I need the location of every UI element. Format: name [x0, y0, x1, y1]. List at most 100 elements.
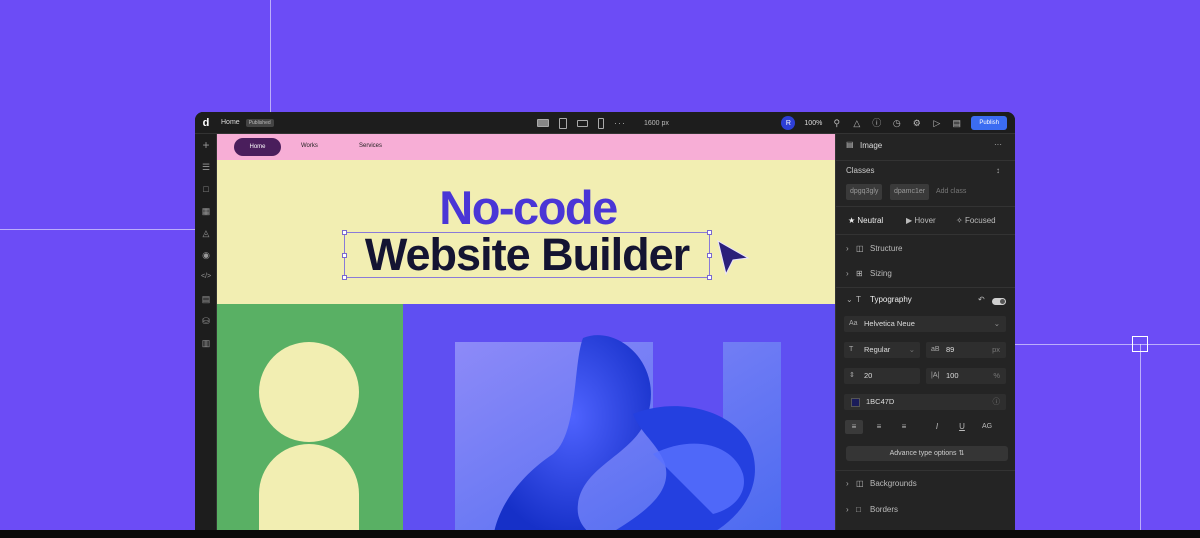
align-center-icon[interactable]: ≡: [870, 420, 888, 434]
font-size-input[interactable]: aB 89 px: [926, 342, 1006, 358]
panel-more-icon[interactable]: ···: [994, 140, 1002, 149]
font-icon: Aa: [849, 320, 858, 327]
color-swatch[interactable]: [851, 398, 860, 407]
selection-outline: [344, 232, 710, 278]
element-type[interactable]: Image: [860, 141, 882, 150]
typography-icon: T: [856, 295, 861, 304]
settings-icon[interactable]: ⚙: [911, 118, 922, 129]
align-left-icon[interactable]: ≡: [845, 420, 863, 434]
guide-line-horizontal-right: [1015, 344, 1200, 345]
zoom-level[interactable]: 100%: [804, 120, 822, 127]
classes-section: Classes ↕: [836, 166, 1015, 178]
play-icon[interactable]: ▷: [931, 118, 942, 129]
save-icon[interactable]: ▤: [951, 118, 962, 129]
line-height-input[interactable]: ⇕ 20: [844, 368, 920, 384]
apps-icon[interactable]: ▥: [201, 338, 211, 348]
assets-icon[interactable]: ▦: [201, 206, 211, 216]
circle-shape: [259, 342, 359, 442]
section-structure[interactable]: › ◫ Structure: [836, 244, 1015, 256]
advanced-type-options-button[interactable]: Advance type options ⇅: [846, 446, 1008, 461]
info-icon: ⓘ: [992, 397, 1001, 406]
chevron-updown-icon[interactable]: ↕: [996, 166, 1000, 175]
tab-neutral[interactable]: ★ Neutral: [848, 216, 883, 225]
class-chip[interactable]: dpgq3gly: [846, 184, 883, 200]
letter-spacing-input[interactable]: |A| 100 %: [926, 368, 1006, 384]
section-label: Backgrounds: [870, 479, 917, 488]
top-bar: d Home Published ··· 1600 px R 100% ⚲ △ …: [195, 112, 1015, 134]
tab-hover[interactable]: ▶ Hover: [906, 216, 936, 225]
section-backgrounds[interactable]: › ◫ Backgrounds: [836, 479, 1015, 491]
selection-handle[interactable]: [342, 230, 347, 235]
chevron-right-icon: ›: [846, 269, 849, 278]
nav-services[interactable]: Services: [359, 143, 382, 149]
history-icon[interactable]: ◷: [891, 118, 902, 129]
typography-toggle[interactable]: [992, 298, 1006, 305]
size-unit: px: [992, 345, 1000, 354]
hero-title-line1[interactable]: No-code: [217, 180, 835, 236]
blue-image-panel[interactable]: [403, 304, 835, 538]
design-canvas[interactable]: Home Works Services No-code Website Buil…: [217, 134, 835, 538]
chevron-right-icon: ›: [846, 479, 849, 488]
element-header: ▤ Image ···: [836, 140, 1015, 154]
underline-icon[interactable]: U: [953, 420, 971, 434]
page-selector[interactable]: Home: [221, 119, 240, 126]
tablet-landscape-icon[interactable]: [577, 119, 588, 127]
selection-handle[interactable]: [342, 275, 347, 280]
site-navbar[interactable]: Home Works Services: [217, 134, 835, 160]
selection-handle[interactable]: [707, 253, 712, 258]
divider: [836, 206, 1015, 207]
search-icon[interactable]: ⚲: [831, 118, 842, 129]
layers-icon[interactable]: ☰: [201, 162, 211, 172]
page-status-badge: Published: [245, 118, 274, 127]
chevron-right-icon: ›: [846, 244, 849, 253]
weight-icon: T: [849, 346, 854, 353]
warning-icon[interactable]: △: [851, 118, 862, 129]
line-height-value: 20: [864, 371, 873, 380]
nav-works[interactable]: Works: [301, 143, 318, 149]
backgrounds-icon: ◫: [856, 479, 864, 488]
font-weight-select[interactable]: T Regular ⌄: [844, 342, 920, 358]
divider: [836, 470, 1015, 471]
database-icon[interactable]: ⛁: [201, 316, 211, 326]
canvas-width[interactable]: 1600 px: [644, 120, 669, 127]
info-icon[interactable]: ⓘ: [871, 118, 882, 129]
phone-icon[interactable]: [598, 117, 604, 129]
nav-home[interactable]: Home: [234, 138, 281, 156]
sizing-icon: ⊞: [856, 269, 863, 278]
section-label: Sizing: [870, 269, 892, 278]
selection-handle[interactable]: [342, 253, 347, 258]
section-borders[interactable]: › □ Borders: [836, 505, 1015, 517]
add-class-input[interactable]: Add class: [936, 188, 966, 195]
font-family-select[interactable]: Aa Helvetica Neue ⌄: [844, 316, 1006, 332]
green-image-panel[interactable]: [217, 304, 403, 538]
selection-handle[interactable]: [707, 275, 712, 280]
templates-icon[interactable]: ▤: [201, 294, 211, 304]
more-devices-icon[interactable]: ···: [614, 118, 626, 128]
reset-icon[interactable]: ↶: [978, 295, 985, 304]
italic-icon[interactable]: I: [928, 420, 946, 434]
tab-hover-label: Hover: [914, 216, 936, 225]
section-typography[interactable]: ⌄ T Typography ↶: [836, 295, 1015, 307]
desktop-icon[interactable]: [537, 119, 549, 127]
text-color-value: 1BC47D: [866, 397, 895, 406]
advanced-type-options-label: Advance type options: [889, 450, 957, 457]
align-right-icon[interactable]: ≡: [895, 420, 913, 434]
avatar[interactable]: R: [781, 116, 796, 130]
case-icon[interactable]: AG: [978, 420, 996, 434]
text-color-input[interactable]: 1BC47D ⓘ: [844, 394, 1006, 410]
divider: [836, 234, 1015, 235]
publish-button[interactable]: Publish: [971, 116, 1007, 130]
tablet-icon[interactable]: [559, 117, 567, 129]
tab-focused[interactable]: ✧ Focused: [956, 216, 996, 225]
classes-label: Classes: [846, 166, 875, 175]
selection-handle[interactable]: [707, 230, 712, 235]
pages-icon[interactable]: □: [201, 184, 211, 194]
class-chip[interactable]: dpamc1er: [890, 184, 930, 200]
components-icon[interactable]: ◬: [201, 228, 211, 238]
app-logo[interactable]: d: [195, 117, 217, 129]
media-icon[interactable]: ◉: [201, 250, 211, 260]
code-icon[interactable]: </>: [201, 272, 211, 282]
tab-neutral-label: Neutral: [857, 216, 884, 225]
add-icon[interactable]: +: [201, 139, 211, 151]
section-sizing[interactable]: › ⊞ Sizing: [836, 269, 1015, 281]
